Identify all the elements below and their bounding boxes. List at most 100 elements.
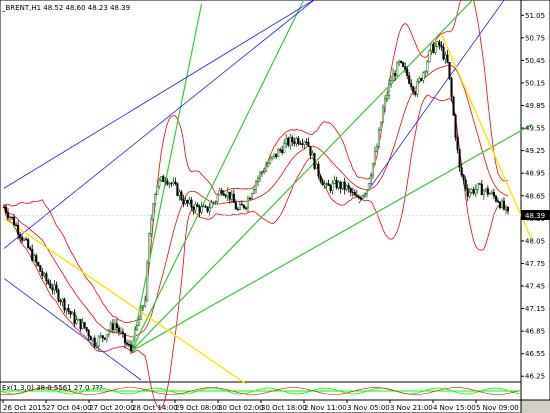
candle-body <box>65 308 68 311</box>
x-axis-label: 27 Oct 20:00 <box>89 404 135 412</box>
candle-body <box>99 335 102 338</box>
candle-body <box>269 157 272 164</box>
candle-body <box>331 183 334 191</box>
candle-body <box>256 177 260 182</box>
candle-body <box>19 234 22 238</box>
candle-body <box>480 183 483 196</box>
candle-body <box>214 201 217 203</box>
candle-body <box>363 193 366 196</box>
candle-body <box>202 205 205 208</box>
y-axis-label: 50.75 <box>525 34 545 42</box>
candle-body <box>83 322 86 328</box>
candle-body <box>452 96 455 116</box>
candle-body <box>454 114 457 138</box>
candle-body <box>182 199 185 205</box>
candle-body <box>353 192 356 196</box>
x-axis-label: 3 Nov 05:00 <box>347 404 390 412</box>
candle-body <box>367 183 370 191</box>
candle-body <box>140 307 143 320</box>
x-axis-label: 3 Nov 21:00 <box>390 404 433 412</box>
candle-body <box>53 284 56 291</box>
candle-body <box>93 337 96 347</box>
candle-body <box>277 149 280 157</box>
candle-body <box>375 146 379 152</box>
candle-body <box>464 179 467 189</box>
candle-body <box>383 98 387 109</box>
candle-body <box>77 319 80 321</box>
candle-body <box>136 325 139 330</box>
candle-body <box>226 191 229 197</box>
candle-body <box>349 188 352 193</box>
candle-body <box>15 224 18 226</box>
candle-body <box>212 201 215 204</box>
candle-body <box>176 183 179 196</box>
candle-body <box>422 72 425 81</box>
candle-body <box>170 182 173 185</box>
candle-body <box>486 188 489 195</box>
candle-body <box>188 199 191 204</box>
candle-body <box>59 300 62 303</box>
candle-body <box>113 323 116 331</box>
candle-body <box>119 331 122 333</box>
candle-body <box>442 47 445 60</box>
candle-body <box>307 141 310 147</box>
candle-body <box>440 45 443 48</box>
candle-body <box>488 193 491 195</box>
candle-body <box>297 138 300 144</box>
candle-body <box>404 66 407 70</box>
candle-body <box>365 189 368 195</box>
candle-body <box>125 342 129 345</box>
candle-body <box>51 287 54 291</box>
candle-body <box>446 54 449 63</box>
candle-body <box>192 207 195 211</box>
candle-body <box>263 171 266 173</box>
candle-body <box>357 196 360 198</box>
candle-body <box>11 216 14 219</box>
candle-body <box>394 73 397 77</box>
candle-body <box>496 200 499 203</box>
candle-body <box>273 153 276 157</box>
candle-body <box>194 204 197 211</box>
candle-body <box>371 163 374 177</box>
candle-body <box>361 195 364 199</box>
candle-body <box>57 289 60 302</box>
price-chart[interactable]: 51.05 50.75 50.45 50.15 49.85 49.55 49.25 48.95… <box>0 0 550 413</box>
candle-body <box>379 121 383 131</box>
candle-body <box>246 198 249 209</box>
candle-body <box>121 331 124 334</box>
y-axis-label: 47.45 <box>525 283 545 291</box>
candle-body <box>271 156 274 159</box>
candle-body <box>47 280 50 284</box>
x-axis-label: 30 Oct 02:00 <box>218 404 264 412</box>
candle-body <box>460 167 463 176</box>
candle-body <box>208 207 211 212</box>
current-price-tag: 48.39 <box>525 212 545 220</box>
candle-body <box>39 265 42 272</box>
candle-body <box>230 194 233 200</box>
candle-body <box>252 189 256 194</box>
y-axis-label: 50.15 <box>525 79 545 87</box>
candle-body <box>428 50 431 63</box>
y-axis-label: 49.25 <box>525 147 545 155</box>
candle-body <box>279 149 282 151</box>
indicator-label: Ex(1,3,0) 38.0 5561 27.0 ??? <box>2 384 103 392</box>
candle-body <box>426 61 429 72</box>
candle-body <box>293 141 296 144</box>
candle-body <box>8 216 12 219</box>
candle-body <box>228 191 231 200</box>
candle-body <box>462 174 465 181</box>
candle-body <box>385 95 389 99</box>
candle-body <box>168 182 171 185</box>
candle-body <box>305 141 308 144</box>
candle-body <box>333 180 336 184</box>
symbol-header: _BRENT,H1 48.52 48.60 48.23 48.39 <box>1 4 130 12</box>
candle-body <box>335 180 338 189</box>
candle-body <box>267 163 270 167</box>
candle-body <box>75 319 78 324</box>
y-axis-label: 49.55 <box>525 125 545 133</box>
candle-body <box>152 203 155 220</box>
candle-body <box>4 206 8 213</box>
candle-body <box>2 206 6 209</box>
candle-body <box>146 262 149 301</box>
candle-body <box>482 190 485 196</box>
